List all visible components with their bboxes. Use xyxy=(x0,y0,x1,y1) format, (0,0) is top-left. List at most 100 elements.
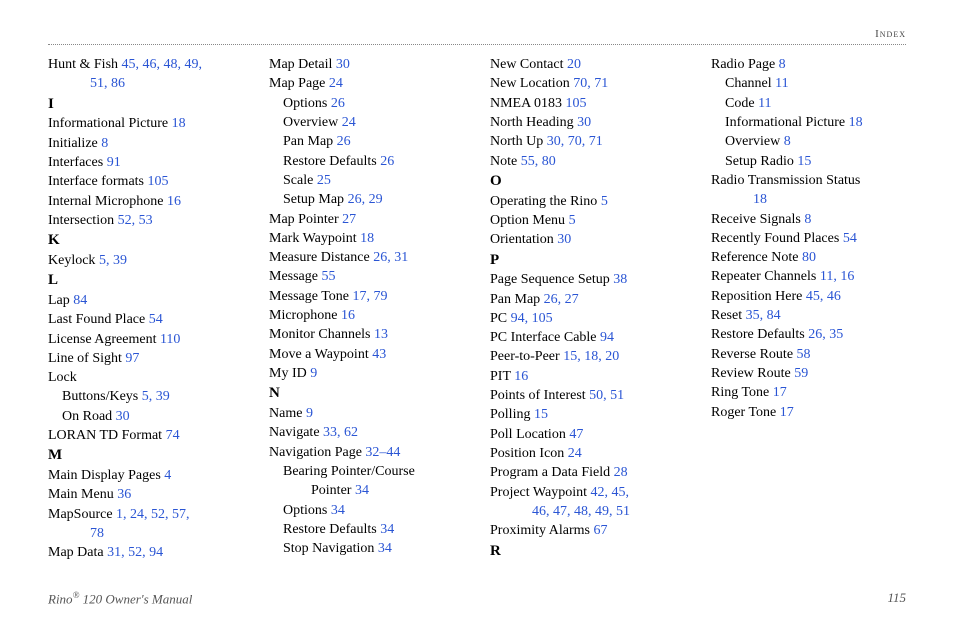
index-page-link[interactable]: 47 xyxy=(569,427,583,442)
index-page-link[interactable]: 9 xyxy=(306,406,313,421)
index-page-link[interactable]: 74 xyxy=(166,428,180,443)
index-page-link[interactable]: 26 xyxy=(337,134,351,149)
index-page-link[interactable]: 36 xyxy=(117,487,131,502)
index-page-link[interactable]: 26, 35 xyxy=(808,327,843,342)
index-page-link[interactable]: 38 xyxy=(613,272,627,287)
index-page-link[interactable]: 11, 16 xyxy=(820,269,854,284)
index-page-link[interactable]: 59 xyxy=(794,366,808,381)
index-page-link[interactable]: 34 xyxy=(355,483,369,498)
index-page-link[interactable]: 18 xyxy=(753,192,767,207)
index-page-link[interactable]: 34 xyxy=(380,522,394,537)
index-page-link[interactable]: 32–44 xyxy=(365,445,400,460)
index-page-link[interactable]: 110 xyxy=(160,332,180,347)
index-page-link[interactable]: 27 xyxy=(342,212,356,227)
index-page-link[interactable]: 1, 24, 52, 57, xyxy=(116,507,190,522)
index-page-link[interactable]: 26 xyxy=(380,154,394,169)
index-entry: License Agreement 110 xyxy=(48,330,243,349)
index-page-link[interactable]: 13 xyxy=(374,327,388,342)
index-page-link[interactable]: 17, 79 xyxy=(353,289,388,304)
index-page-link[interactable]: 54 xyxy=(843,231,857,246)
index-page-link[interactable]: 30, 70, 71 xyxy=(547,134,603,149)
index-page-link[interactable]: 94 xyxy=(600,330,614,345)
index-page-link[interactable]: 42, 45, xyxy=(591,485,630,500)
index-page-link[interactable]: 70, 71 xyxy=(573,76,608,91)
index-page-link[interactable]: 17 xyxy=(780,405,794,420)
index-page-link[interactable]: 20 xyxy=(567,57,581,72)
index-entry: Receive Signals 8 xyxy=(711,210,906,229)
index-page-link[interactable]: 8 xyxy=(784,134,791,149)
index-page-link[interactable]: 16 xyxy=(341,308,355,323)
index-page-link[interactable]: 24 xyxy=(342,115,356,130)
index-page-link[interactable]: 97 xyxy=(125,351,139,366)
index-page-link[interactable]: 8 xyxy=(804,212,811,227)
index-term: PC xyxy=(490,311,507,326)
index-page-link[interactable]: 15, 18, 20 xyxy=(563,349,619,364)
index-page-link[interactable]: 26, 29 xyxy=(348,192,383,207)
index-page-link[interactable]: 26, 31 xyxy=(373,250,408,265)
index-page-link[interactable]: 43 xyxy=(372,347,386,362)
index-page-link[interactable]: 45, 46 xyxy=(806,289,841,304)
index-page-link[interactable]: 5 xyxy=(601,194,608,209)
index-page-link[interactable]: 30 xyxy=(577,115,591,130)
index-entry: Last Found Place 54 xyxy=(48,310,243,329)
index-page-link[interactable]: 35, 84 xyxy=(746,308,781,323)
index-page-link[interactable]: 8 xyxy=(101,136,108,151)
index-page-link[interactable]: 11 xyxy=(775,76,788,91)
index-page-link[interactable]: 9 xyxy=(310,366,317,381)
index-page-link[interactable]: 5 xyxy=(569,213,576,228)
index-page-link[interactable]: 16 xyxy=(514,369,528,384)
index-page-link[interactable]: 52, 53 xyxy=(118,213,153,228)
index-entry: Monitor Channels 13 xyxy=(269,325,464,344)
index-page-link[interactable]: 91 xyxy=(107,155,121,170)
index-page-link[interactable]: 51, 86 xyxy=(90,76,125,91)
index-page-link[interactable]: 17 xyxy=(773,385,787,400)
index-page-link[interactable]: 26 xyxy=(331,96,345,111)
index-page-link[interactable]: 24 xyxy=(568,446,582,461)
index-page-link[interactable]: 26, 27 xyxy=(544,292,579,307)
index-page-link[interactable]: 5, 39 xyxy=(142,389,170,404)
index-page-link[interactable]: 94, 105 xyxy=(511,311,553,326)
index-page-link[interactable]: 30 xyxy=(336,57,350,72)
index-page-link[interactable]: 105 xyxy=(148,174,169,189)
index-page-link[interactable]: 16 xyxy=(167,194,181,209)
index-page-link[interactable]: 105 xyxy=(565,96,586,111)
index-term: Project Waypoint xyxy=(490,485,587,500)
index-page-link[interactable]: 50, 51 xyxy=(589,388,624,403)
index-subentry: Restore Defaults 26 xyxy=(269,152,464,171)
index-page-link[interactable]: 78 xyxy=(90,526,104,541)
index-term: Monitor Channels xyxy=(269,327,371,342)
index-entry: Mark Waypoint 18 xyxy=(269,229,464,248)
index-page-link[interactable]: 46, 47, 48, 49, 51 xyxy=(532,504,630,519)
index-page-link[interactable]: 67 xyxy=(593,523,607,538)
index-page-link[interactable]: 30 xyxy=(116,409,130,424)
index-page-link[interactable]: 80 xyxy=(802,250,816,265)
index-page-link[interactable]: 18 xyxy=(172,116,186,131)
index-entry: Interfaces 91 xyxy=(48,153,243,172)
index-page-link[interactable]: 11 xyxy=(758,96,771,111)
index-page-link[interactable]: 25 xyxy=(317,173,331,188)
index-term: Last Found Place xyxy=(48,312,145,327)
index-page-link[interactable]: 34 xyxy=(378,541,392,556)
index-term: My ID xyxy=(269,366,307,381)
index-page-link[interactable]: 31, 52, 94 xyxy=(107,545,163,560)
index-page-link[interactable]: 15 xyxy=(534,407,548,422)
index-page-link[interactable]: 84 xyxy=(73,293,87,308)
index-page-link[interactable]: 33, 62 xyxy=(323,425,358,440)
index-page-link[interactable]: 55, 80 xyxy=(521,154,556,169)
index-page-link[interactable]: 5, 39 xyxy=(99,253,127,268)
index-page-link[interactable]: 8 xyxy=(779,57,786,72)
index-page-link[interactable]: 45, 46, 48, 49, xyxy=(122,57,203,72)
index-page-link[interactable]: 34 xyxy=(331,503,345,518)
index-page-link[interactable]: 28 xyxy=(614,465,628,480)
index-term: Channel xyxy=(725,76,772,91)
index-page-link[interactable]: 15 xyxy=(797,154,811,169)
index-page-link[interactable]: 18 xyxy=(360,231,374,246)
index-page-link[interactable]: 30 xyxy=(557,232,571,247)
index-page-link[interactable]: 24 xyxy=(329,76,343,91)
index-page-link[interactable]: 58 xyxy=(797,347,811,362)
index-page-link[interactable]: 55 xyxy=(322,269,336,284)
index-term: Code xyxy=(725,96,755,111)
index-page-link[interactable]: 4 xyxy=(164,468,171,483)
index-page-link[interactable]: 18 xyxy=(849,115,863,130)
index-page-link[interactable]: 54 xyxy=(149,312,163,327)
